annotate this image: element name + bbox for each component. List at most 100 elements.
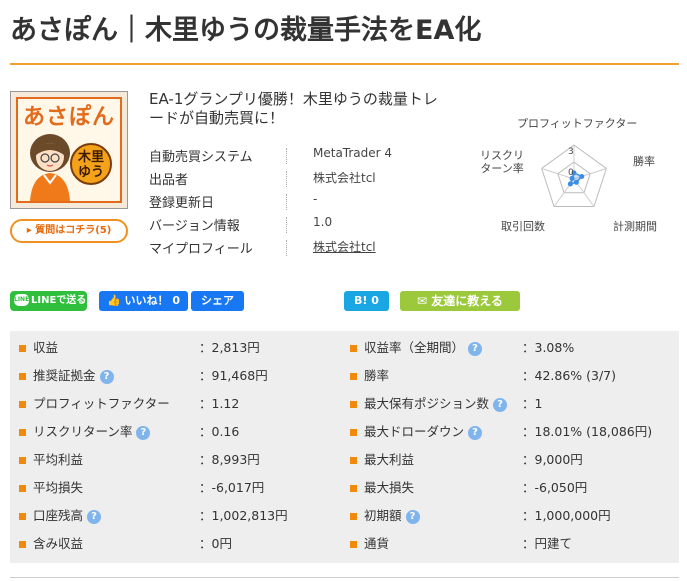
title-divider (10, 63, 679, 65)
stat-value: ：円建て (522, 536, 573, 551)
bullet-icon (19, 373, 26, 380)
help-icon[interactable]: ? (405, 509, 420, 524)
bottom-divider (10, 577, 679, 578)
line-share-label: LINEで送る (31, 295, 87, 306)
help-icon[interactable]: ? (99, 369, 114, 384)
bullet-icon (19, 401, 26, 408)
bullet-icon (19, 485, 26, 492)
question-button-label: 質問はコチラ(5) (35, 225, 112, 236)
info-divider (286, 217, 287, 233)
thumbs-up-icon: 👍 (107, 294, 121, 307)
info-divider (286, 240, 287, 256)
stat-value: ：-6,050円 (522, 480, 588, 495)
tell-friend-button[interactable]: ✉ 友達に教える (400, 291, 520, 311)
stat-value: ：8,993円 (199, 452, 260, 467)
info-row: 自動売買システム MetaTrader 4 (149, 146, 449, 166)
stat-label: 初期額? (364, 502, 420, 530)
stat-label: 最大保有ポジション数? (364, 390, 508, 418)
bullet-icon (350, 429, 357, 436)
info-key: 登録更新日 (149, 196, 215, 211)
info-key: バージョン情報 (149, 219, 240, 234)
profile-link[interactable]: 株式会社tcl (313, 238, 376, 255)
bullet-icon (19, 513, 26, 520)
stat-value: ：3.08% (522, 340, 575, 355)
product-catchphrase: EA-1グランプリ優勝！木里ゆうの裁量トレードが自動売買に！ (149, 90, 438, 127)
stat-value: ：91,468円 (199, 368, 268, 383)
bullet-icon (350, 541, 357, 548)
bullet-icon (350, 345, 357, 352)
radar-point (567, 181, 573, 187)
radar-scale-label: 0 (568, 168, 574, 178)
help-icon[interactable]: ? (87, 509, 102, 524)
radar-axis-label: 勝率 (633, 155, 655, 168)
bullet-icon (19, 541, 26, 548)
radar-chart: プロフィットファクター 勝率 計測期間 取引回数 リスクリターン率 3 0 (465, 113, 687, 238)
info-value: MetaTrader 4 (313, 146, 393, 160)
stat-label: 収益率（全期間）? (364, 334, 483, 362)
help-icon[interactable]: ? (468, 425, 483, 440)
radar-point (579, 173, 585, 179)
stat-label: 最大損失 (364, 480, 415, 495)
line-share-button[interactable]: LINE LINEで送る (10, 291, 87, 311)
line-icon: LINE (14, 294, 29, 306)
bullet-icon (350, 513, 357, 520)
info-row: 登録更新日 - (149, 192, 449, 212)
info-key: マイプロフィール (149, 242, 253, 257)
stat-value: ：2,813円 (199, 340, 260, 355)
stat-value: ：1.12 (199, 396, 240, 411)
stat-value: ：9,000円 (522, 452, 583, 467)
radar-axis-label: プロフィットファクター (517, 117, 638, 130)
question-button[interactable]: ▸ 質問はコチラ(5) (10, 219, 128, 243)
facebook-share-button[interactable]: シェア (191, 291, 244, 311)
stat-value: ：18.01% (18,086円) (522, 424, 653, 439)
info-key: 自動売買システム (149, 150, 253, 165)
bullet-icon (19, 457, 26, 464)
help-icon[interactable]: ? (468, 341, 483, 356)
stat-value: ：0.16 (199, 424, 240, 439)
thumbnail-logo: あさぽん (22, 105, 115, 130)
mail-icon: ✉ (417, 294, 428, 308)
thumbnail-badge: 木里ゆう (70, 143, 112, 185)
info-value: 1.0 (313, 215, 333, 229)
radar-axis-label: 取引回数 (501, 220, 545, 233)
stat-label: 勝率 (364, 368, 390, 383)
product-thumbnail[interactable]: あさぽん 木里ゆう (10, 91, 128, 209)
stat-label: 通貨 (364, 536, 390, 551)
stat-label: プロフィットファクター (33, 396, 170, 411)
info-divider (286, 148, 287, 164)
info-row: バージョン情報 1.0 (149, 215, 449, 235)
stat-label: 含み収益 (33, 536, 84, 551)
page-title: あさぽん｜木里ゆうの裁量手法をEA化 (10, 15, 482, 46)
stat-value: ：1,000,000円 (522, 508, 611, 523)
stat-label: リスクリターン率? (33, 418, 151, 446)
facebook-like-button[interactable]: 👍 いいね！ 0 (99, 291, 188, 311)
info-row: 出品者 株式会社tcl (149, 169, 449, 189)
bullet-icon (350, 457, 357, 464)
facebook-like-label: いいね！ 0 (124, 294, 181, 307)
bullet-icon (350, 373, 357, 380)
stat-label: 最大利益 (364, 452, 415, 467)
thumbnail-frame: あさぽん 木里ゆう (16, 97, 122, 203)
bullet-icon (350, 401, 357, 408)
bullet-icon (19, 429, 26, 436)
hatena-bookmark-button[interactable]: B! 0 (344, 291, 389, 311)
stat-label: 口座残高? (33, 502, 102, 530)
help-icon[interactable]: ? (136, 425, 151, 440)
tell-friend-label: 友達に教える (431, 294, 503, 308)
stat-label: 推奨証拠金? (33, 362, 114, 390)
info-divider (286, 194, 287, 210)
radar-point (573, 179, 579, 185)
stat-value: ：0円 (199, 536, 232, 551)
stat-label: 最大ドローダウン? (364, 418, 483, 446)
info-value: - (313, 192, 318, 206)
stat-value: ：-6,017円 (199, 480, 265, 495)
bullet-icon (350, 485, 357, 492)
bullet-icon (19, 345, 26, 352)
help-icon[interactable]: ? (493, 397, 508, 412)
info-row: マイプロフィール 株式会社tcl (149, 238, 449, 258)
stat-label: 平均利益 (33, 452, 84, 467)
stat-value: ：42.86% (3/7) (522, 368, 617, 383)
info-value: 株式会社tcl (313, 171, 376, 185)
performance-stats: 収益 ：2,813円 推奨証拠金? ：91,468円 プロフィットファクター ：1.1… (10, 331, 679, 563)
triangle-right-icon: ▸ (26, 225, 32, 236)
